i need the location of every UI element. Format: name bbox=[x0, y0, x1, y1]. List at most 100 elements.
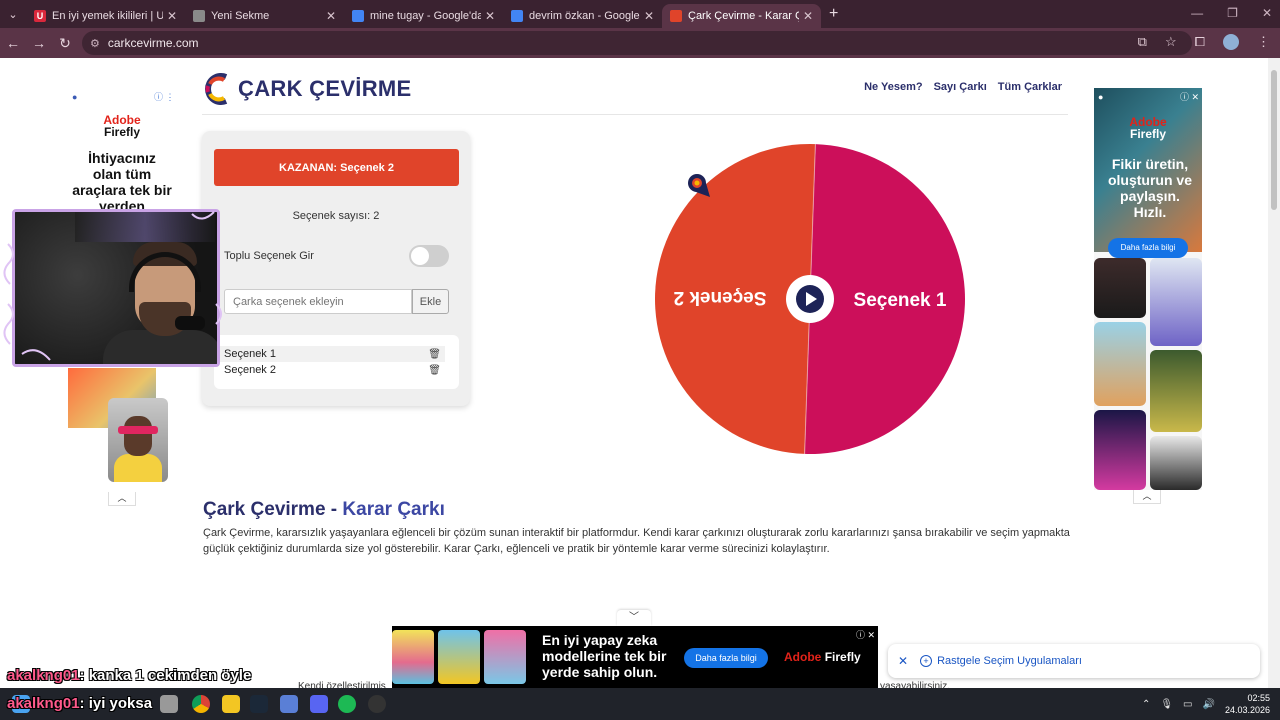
new-tab-icon[interactable]: + bbox=[829, 5, 838, 23]
bottom-ad-collapse-button[interactable]: ﹀ bbox=[617, 610, 651, 626]
option-list: Seçenek 1 🗑 Seçenek 2 🗑 bbox=[214, 335, 459, 389]
restore-icon[interactable]: ❐ bbox=[1227, 6, 1238, 20]
ad-image bbox=[438, 630, 480, 684]
add-circle-icon: + bbox=[920, 655, 933, 667]
add-option-button[interactable]: Ekle bbox=[412, 289, 449, 314]
network-icon[interactable]: ▭ bbox=[1183, 699, 1192, 710]
ad-choices-icon[interactable]: ● bbox=[72, 92, 77, 102]
site-info-icon[interactable]: ⚙ bbox=[90, 37, 100, 50]
ad-tile bbox=[1150, 436, 1202, 490]
profile-avatar[interactable] bbox=[1223, 34, 1239, 50]
tab-title: Yeni Sekme bbox=[211, 10, 270, 22]
close-icon[interactable]: ✕ bbox=[898, 654, 908, 668]
file-explorer-icon[interactable] bbox=[222, 695, 240, 713]
scrollbar-thumb[interactable] bbox=[1271, 70, 1277, 210]
spotify-icon[interactable] bbox=[338, 695, 356, 713]
option-input[interactable] bbox=[224, 289, 412, 314]
clock-time: 02:55 bbox=[1247, 693, 1270, 703]
ad-info-icon[interactable]: ⓘ ✕ bbox=[1180, 90, 1199, 103]
shirt-shape bbox=[114, 454, 162, 482]
discord-icon[interactable] bbox=[310, 695, 328, 713]
chat-text: : kanka 1 cekimden öyle bbox=[79, 667, 252, 684]
chat-message: akalkng01: iyi yoksa bbox=[7, 695, 152, 712]
webcam-overlay bbox=[12, 209, 220, 367]
browser-menu-icon[interactable]: ⋮ bbox=[1257, 34, 1270, 50]
browser-tab[interactable]: mine tugay - Google'da Ara ✕ bbox=[344, 4, 503, 28]
random-apps-snackbar[interactable]: ✕ + Rastgele Seçim Uygulamaları bbox=[888, 644, 1260, 678]
app-icon[interactable] bbox=[160, 695, 178, 713]
reload-icon[interactable]: ↻ bbox=[52, 35, 78, 52]
ad-tile bbox=[1150, 350, 1202, 432]
list-item[interactable]: Seçenek 2 🗑 bbox=[220, 362, 445, 378]
ad-headline: En iyi yapay zeka modellerine tek bir ye… bbox=[542, 632, 667, 680]
tab-close-icon[interactable]: ✕ bbox=[326, 9, 336, 23]
site-title[interactable]: ÇARK ÇEVİRME bbox=[238, 76, 412, 102]
extensions-icon[interactable]: ⧠ bbox=[1195, 34, 1205, 50]
right-ad[interactable]: ● ⓘ ✕ Adobe Firefly Fikir üretin, oluştu… bbox=[1094, 88, 1202, 490]
left-ad-collapse-button[interactable]: ︿ bbox=[108, 492, 136, 506]
address-bar[interactable]: ⚙ carkcevirme.com bbox=[82, 31, 1192, 55]
browser-tab[interactable]: U En iyi yemek ikilileri | UwUFUFU ✕ bbox=[26, 4, 185, 28]
tab-title: devrim özkan - Google'da Ara bbox=[529, 10, 640, 22]
wheel-pointer-icon bbox=[687, 174, 710, 197]
chrome-icon[interactable] bbox=[192, 695, 210, 713]
ad-cta-button[interactable]: Daha fazla bilgi bbox=[684, 648, 768, 668]
ad-cta-button[interactable]: Daha fazla bilgi bbox=[1108, 238, 1188, 258]
browser-tab[interactable]: devrim özkan - Google'da Ara ✕ bbox=[503, 4, 662, 28]
bookmark-star-icon[interactable]: ☆ bbox=[1165, 34, 1177, 50]
tab-title: En iyi yemek ikilileri | UwUFUFU bbox=[52, 10, 163, 22]
tray-chevron-icon[interactable]: ⌃ bbox=[1142, 699, 1150, 710]
tab-title: mine tugay - Google'da Ara bbox=[370, 10, 481, 22]
wheel-label-2: Seçenek 2 bbox=[674, 287, 767, 308]
steam-icon[interactable] bbox=[250, 695, 268, 713]
tab-close-icon[interactable]: ✕ bbox=[803, 9, 813, 23]
trash-icon[interactable]: 🗑 bbox=[428, 365, 441, 376]
ad-brand: Adobe Firefly bbox=[784, 650, 861, 664]
microphone-icon bbox=[175, 316, 205, 330]
option-label: Seçenek 1 bbox=[224, 348, 276, 360]
nav-sayi-carki[interactable]: Sayı Çarkı bbox=[934, 81, 987, 93]
bulk-entry-toggle[interactable] bbox=[409, 245, 449, 267]
volume-icon[interactable]: 🔊 bbox=[1203, 699, 1215, 710]
app-icon[interactable] bbox=[280, 695, 298, 713]
ad-headline: Fikir üretin, oluşturun ve paylaşın. Hız… bbox=[1107, 156, 1192, 220]
tabs: UEn iyi yemek ikilileri | UwUFUFU✕Yeni S… bbox=[26, 0, 821, 28]
right-ad-collapse-button[interactable]: ︿ bbox=[1133, 490, 1161, 504]
tab-title: Çark Çevirme - Karar Çarkı bbox=[688, 10, 799, 22]
page-scrollbar[interactable] bbox=[1268, 58, 1280, 688]
back-icon[interactable]: ← bbox=[0, 35, 26, 51]
winner-button[interactable]: KAZANAN: Seçenek 2 bbox=[214, 149, 459, 186]
site-logo[interactable] bbox=[202, 72, 232, 106]
tab-close-icon[interactable]: ✕ bbox=[485, 9, 495, 23]
ad-brand: Adobe Firefly bbox=[68, 114, 176, 138]
tab-close-icon[interactable]: ✕ bbox=[167, 9, 177, 23]
tab-favicon-icon bbox=[193, 10, 205, 22]
tab-search-icon[interactable]: ⌄ bbox=[0, 0, 26, 28]
bottom-ad[interactable]: En iyi yapay zeka modellerine tek bir ye… bbox=[392, 626, 878, 688]
trash-icon[interactable]: 🗑 bbox=[428, 349, 441, 360]
microphone-icon[interactable]: 🎙 bbox=[1160, 699, 1173, 710]
nav-ne-yesem[interactable]: Ne Yesem? bbox=[864, 81, 923, 93]
browser-tab[interactable]: Çark Çevirme - Karar Çarkı ✕ bbox=[662, 4, 821, 28]
wheel-label-1: Seçenek 1 bbox=[854, 290, 947, 311]
install-app-icon[interactable]: ⧉ bbox=[1138, 34, 1147, 50]
clock-date: 24.03.2026 bbox=[1224, 705, 1270, 715]
ad-brand-a: Adobe bbox=[784, 650, 822, 664]
minimize-icon[interactable]: — bbox=[1191, 6, 1203, 20]
ad-brand-line2: Firefly bbox=[1129, 127, 1166, 141]
ad-choices-icon[interactable]: ● bbox=[1098, 92, 1103, 102]
ad-info-icon[interactable]: ⓘ ⋮ bbox=[154, 90, 175, 103]
snackbar-label[interactable]: Rastgele Seçim Uygulamaları bbox=[937, 655, 1082, 667]
toggle-knob bbox=[411, 247, 429, 265]
close-window-icon[interactable]: ✕ bbox=[1262, 6, 1272, 20]
tab-favicon-icon bbox=[670, 10, 682, 22]
forward-icon[interactable]: → bbox=[26, 35, 52, 51]
chat-username: akalkng01 bbox=[7, 667, 80, 684]
obs-icon[interactable] bbox=[368, 695, 386, 713]
list-item[interactable]: Seçenek 1 🗑 bbox=[220, 346, 445, 362]
tab-close-icon[interactable]: ✕ bbox=[644, 9, 654, 23]
ad-info-icon[interactable]: ⓘ ✕ bbox=[856, 628, 875, 641]
clock[interactable]: 02:55 24.03.2026 bbox=[1225, 692, 1270, 716]
nav-tum-carklar[interactable]: Tüm Çarklar bbox=[998, 81, 1062, 93]
browser-tab[interactable]: Yeni Sekme ✕ bbox=[185, 4, 344, 28]
